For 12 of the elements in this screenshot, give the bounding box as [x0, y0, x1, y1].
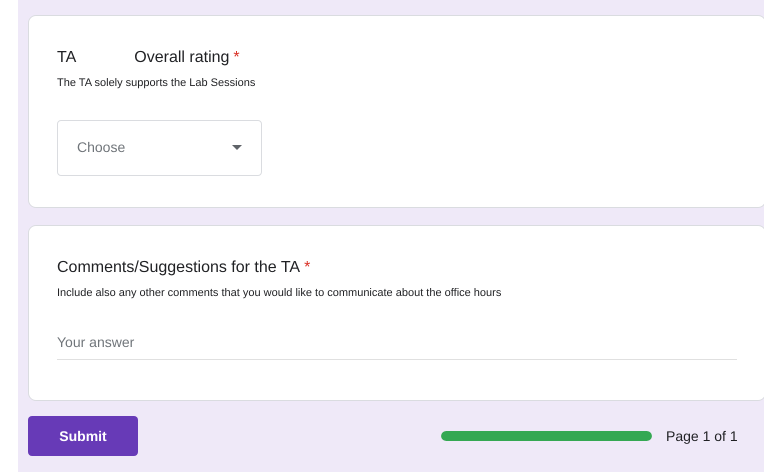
question-title: TA [57, 48, 76, 68]
submit-button[interactable]: Submit [28, 416, 138, 456]
question-description: Include also any other comments that you would like to communicate about the office hours [57, 286, 502, 301]
question-title: Overall rating [134, 48, 230, 68]
required-asterisk: * [233, 48, 240, 68]
answer-field[interactable]: Your answer [57, 332, 737, 360]
question-title: Comments/Suggestions for the TA [57, 258, 300, 278]
question-description: The TA solely supports the Lab Sessions [57, 76, 256, 91]
required-asterisk: * [304, 258, 310, 278]
caret-icon [232, 145, 242, 150]
page-indicator: Page 1 of 1 [666, 426, 738, 446]
choose-dropdown[interactable]: Choose [57, 120, 262, 176]
